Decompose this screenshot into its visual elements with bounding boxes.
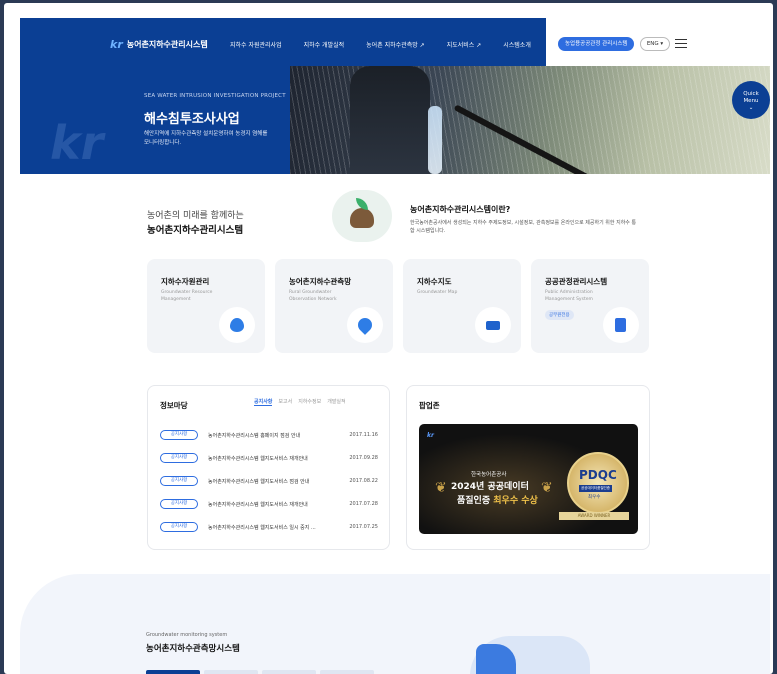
popup-banner[interactable]: kr 한국농어촌공사 ❦ 2024년 공공데이터 품질인증 최우수 수상 ❦ P… — [419, 424, 638, 534]
info-board: 정보마당 공지사항 보고서 지하수정보 개발실적 공지사항 농어촌지하수관리시스… — [147, 385, 390, 550]
notice-row[interactable]: 공지사항 농어촌지하수관리시스템 웹지도서비스 재개안내 2017.07.28 — [160, 497, 378, 511]
intro-title: 농어촌지하수관리시스템 — [147, 225, 244, 236]
seal-grade: 최우수 — [588, 495, 601, 500]
plant-hand-icon — [332, 190, 392, 242]
nav-item-map-service[interactable]: 지도서비스 ↗ — [447, 40, 482, 49]
card-title: 지하수자원관리 — [161, 277, 210, 286]
notice-tag: 공지사항 — [160, 476, 198, 486]
chevron-down-icon: ⌄ — [748, 105, 754, 111]
popup-line2: 품질인증 최우수 수상 — [457, 496, 538, 506]
header: kr 농어촌지하수관리시스템 지하수 자원관리사업 지하수 개발실적 농어촌 지… — [20, 18, 770, 66]
popup-zone-title: 팝업존 — [419, 401, 440, 410]
notice-date: 2017.11.16 — [349, 432, 378, 438]
tab-groundwater-info[interactable]: 지하수정보 — [298, 398, 321, 406]
notice-tag: 공지사항 — [160, 499, 198, 509]
main-nav: 지하수 자원관리사업 지하수 개발실적 농어촌 지하수관측망 ↗ 지도서비스 ↗… — [230, 40, 553, 49]
notice-title: 농어촌지하수관리시스템 웹지도서비스 재개안내 — [208, 501, 308, 508]
card-resource-management[interactable]: 지하수자원관리 Groundwater Resource Management — [147, 259, 265, 353]
seal-subtitle: 공공데이터품질인증 — [579, 485, 612, 492]
monitoring-section: Groundwater monitoring system 농어촌지하수관측망시… — [20, 574, 770, 674]
monitoring-subtitle-en: Groundwater monitoring system — [146, 632, 228, 638]
pdqc-seal-icon: PDQC 공공데이터품질인증 최우수 — [567, 452, 629, 514]
card-subtitle-en: Rural Groundwater Observation Network — [289, 290, 337, 302]
monitoring-tab[interactable] — [146, 670, 200, 674]
logo-mark: kr — [110, 38, 123, 51]
quick-menu-button[interactable]: Quick Menu ⌄ — [732, 81, 770, 119]
card-title: 농어촌지하수관측망 — [289, 277, 352, 286]
card-observation-network[interactable]: 농어촌지하수관측망 Rural Groundwater Observation … — [275, 259, 393, 353]
monitoring-tab[interactable] — [320, 670, 374, 674]
notice-title: 농어촌지하수관리시스템 웹지도서비스 일시 중지 ... — [208, 524, 316, 531]
language-select[interactable]: ENG ▾ — [640, 37, 670, 51]
card-groundwater-map[interactable]: 지하수지도 Groundwater Map — [403, 259, 521, 353]
laurel-right-icon: ❦ — [541, 480, 553, 496]
map-icon — [475, 307, 511, 343]
hero-photo — [290, 66, 770, 174]
officials-only-badge: 공무원전용 — [545, 310, 574, 320]
hero-subtitle-en: SEA WATER INTRUSION INVESTIGATION PROJEC… — [144, 93, 286, 99]
hero-deco-logo: kr — [50, 116, 104, 170]
card-title: 공공관정관리시스템 — [545, 277, 608, 286]
map-pin-icon — [347, 307, 383, 343]
notice-date: 2017.07.25 — [349, 524, 378, 530]
seal-text: PDQC — [579, 468, 617, 482]
notice-tag: 공지사항 — [160, 453, 198, 463]
notice-row[interactable]: 공지사항 농어촌지하수관리시스템 홈페이지 점검 안내 2017.11.16 — [160, 428, 378, 442]
notice-row[interactable]: 공지사항 농어촌지하수관리시스템 웹지도서비스 점검 안내 2017.08.22 — [160, 474, 378, 488]
nav-item-resource[interactable]: 지하수 자원관리사업 — [230, 40, 282, 49]
popup-logo: kr — [427, 432, 434, 439]
notice-title: 농어촌지하수관리시스템 웹지도서비스 재개안내 — [208, 455, 308, 462]
tab-dev-results[interactable]: 개발실적 — [327, 398, 345, 406]
popup-line1: 2024년 공공데이터 — [451, 482, 529, 492]
notice-date: 2017.08.22 — [349, 478, 378, 484]
admin-system-button[interactable]: 농업용공공관정 관리시스템 — [558, 37, 635, 51]
card-subtitle-en: Groundwater Resource Management — [161, 290, 213, 302]
notice-row[interactable]: 공지사항 농어촌지하수관리시스템 웹지도서비스 재개안내 2017.09.28 — [160, 451, 378, 465]
popup-org: 한국농어촌공사 — [471, 472, 507, 478]
quick-menu-label-1: Quick — [743, 91, 759, 97]
intro-description: 한국농어촌공사에서 생성되는 지하수 주제도정보, 시설정보, 관측정보를 온라… — [410, 220, 637, 234]
hero-description: 해안지역에 지하수관측망 설치운영하여 농경지 염해를 모니터링합니다. — [144, 131, 268, 146]
nav-item-observation[interactable]: 농어촌 지하수관측망 ↗ — [366, 40, 425, 49]
hero-banner: kr SEA WATER INTRUSION INVESTIGATION PRO… — [20, 66, 770, 174]
card-subtitle-en: Public Administration Management System — [545, 290, 593, 302]
site-logo[interactable]: kr 농어촌지하수관리시스템 — [110, 38, 208, 51]
monitoring-tab[interactable] — [262, 670, 316, 674]
korea-map[interactable] — [470, 636, 590, 674]
hero-title: 해수침투조사사업 — [144, 112, 240, 127]
popup-zone: 팝업존 kr 한국농어촌공사 ❦ 2024년 공공데이터 품질인증 최우수 수상… — [406, 385, 650, 550]
notice-row[interactable]: 공지사항 농어촌지하수관리시스템 웹지도서비스 일시 중지 ... 2017.0… — [160, 520, 378, 534]
logo-text: 농어촌지하수관리시스템 — [126, 40, 208, 49]
document-icon — [603, 307, 639, 343]
notice-tag: 공지사항 — [160, 430, 198, 440]
info-board-title: 정보마당 — [160, 401, 188, 410]
nav-item-development[interactable]: 지하수 개발실적 — [304, 40, 345, 49]
hamburger-menu-icon[interactable] — [675, 39, 687, 49]
browser-frame: kr 농어촌지하수관리시스템 지하수 자원관리사업 지하수 개발실적 농어촌 지… — [4, 3, 773, 674]
tab-reports[interactable]: 보고서 — [278, 398, 292, 406]
monitoring-title: 농어촌지하수관측망시스템 — [146, 644, 240, 654]
card-public-well-system[interactable]: 공공관정관리시스템 Public Administration Manageme… — [531, 259, 649, 353]
info-tabs: 공지사항 보고서 지하수정보 개발실적 — [254, 398, 346, 406]
monitoring-tab[interactable] — [204, 670, 258, 674]
notice-title: 농어촌지하수관리시스템 웹지도서비스 점검 안내 — [208, 478, 310, 485]
notice-date: 2017.07.28 — [349, 501, 378, 507]
water-drop-icon — [219, 307, 255, 343]
card-subtitle-en: Groundwater Map — [417, 290, 458, 295]
laurel-left-icon: ❦ — [435, 480, 447, 496]
intro-question: 농어촌지하수관리시스템이란? — [410, 205, 511, 214]
quick-menu-label-2: Menu — [743, 98, 759, 104]
notice-title: 농어촌지하수관리시스템 홈페이지 점검 안내 — [208, 432, 301, 439]
seal-ribbon: AWARD WINNER — [559, 512, 629, 520]
notice-tag: 공지사항 — [160, 522, 198, 532]
nav-item-system-intro[interactable]: 시스템소개 — [503, 40, 531, 49]
notice-date: 2017.09.28 — [349, 455, 378, 461]
monitoring-tabs — [146, 670, 374, 674]
card-title: 지하수지도 — [417, 277, 452, 286]
tab-notices[interactable]: 공지사항 — [254, 398, 273, 406]
intro-subtitle: 농어촌의 미래를 함께하는 — [147, 211, 244, 221]
site: kr 농어촌지하수관리시스템 지하수 자원관리사업 지하수 개발실적 농어촌 지… — [20, 18, 770, 674]
